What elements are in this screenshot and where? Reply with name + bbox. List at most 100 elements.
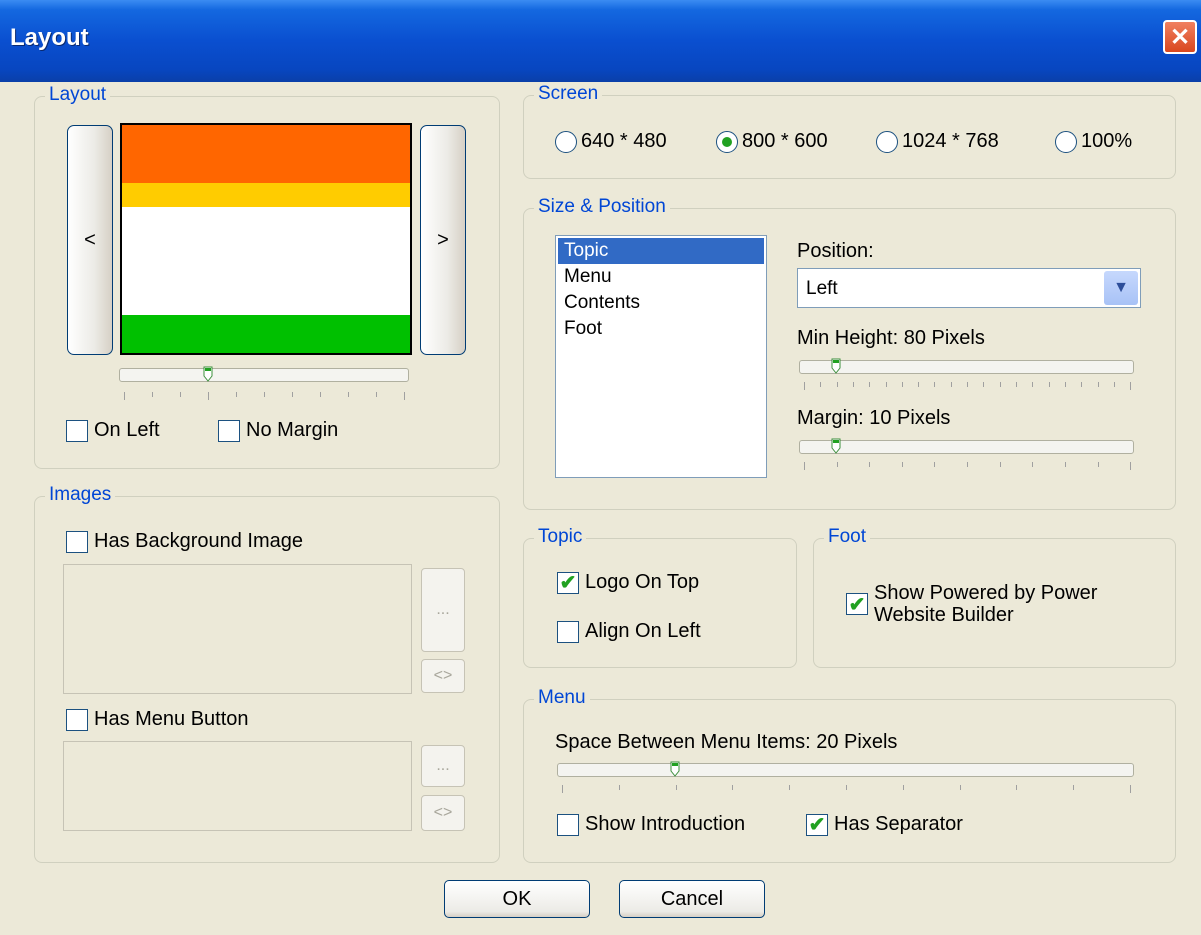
- menu-space-label: Space Between Menu Items: 20 Pixels: [555, 731, 898, 753]
- align-on-left-checkbox[interactable]: Align On Left: [557, 620, 701, 643]
- screen-800-circle[interactable]: [716, 130, 738, 153]
- preview-foot-band: [122, 315, 410, 353]
- show-introduction-checkbox[interactable]: Show Introduction: [557, 813, 745, 836]
- align-on-left-label: Align On Left: [585, 620, 701, 642]
- ellipsis-icon: ...: [436, 757, 450, 774]
- show-powered-label: Show Powered by Power Website Builder: [874, 582, 1097, 626]
- layout-slider-ticks: [124, 392, 405, 402]
- layout-slider[interactable]: [119, 368, 409, 382]
- preview-contents-band: [122, 207, 410, 315]
- has-background-label: Has Background Image: [94, 530, 304, 552]
- menu-button-image-preview: [63, 741, 412, 831]
- show-introduction-box[interactable]: [557, 813, 579, 836]
- margin-slider[interactable]: [799, 440, 1134, 454]
- clear-menu-button[interactable]: <>: [421, 795, 465, 831]
- show-powered-box[interactable]: ✔: [846, 593, 868, 616]
- no-margin-label: No Margin: [246, 419, 339, 441]
- layout-preview: [120, 123, 412, 355]
- close-button[interactable]: ✕: [1163, 20, 1197, 54]
- show-introduction-label: Show Introduction: [585, 813, 746, 835]
- no-margin-box[interactable]: [218, 419, 240, 442]
- logo-on-top-box[interactable]: ✔: [557, 571, 579, 594]
- images-legend: Images: [45, 484, 116, 506]
- screen-1024-circle[interactable]: [876, 130, 898, 153]
- screen-100-label: 100%: [1081, 130, 1133, 152]
- position-dropdown[interactable]: Left ▼: [797, 268, 1141, 308]
- min-height-slider[interactable]: [799, 360, 1134, 374]
- layout-slider-thumb[interactable]: [203, 366, 213, 382]
- list-item[interactable]: Foot: [558, 316, 764, 342]
- menu-space-slider-thumb[interactable]: [670, 761, 680, 777]
- list-item[interactable]: Menu: [558, 264, 764, 290]
- on-left-box[interactable]: [66, 419, 88, 442]
- size-position-legend: Size & Position: [534, 196, 670, 218]
- has-separator-checkbox[interactable]: ✔ Has Separator: [806, 813, 963, 836]
- on-left-label: On Left: [94, 419, 160, 441]
- cancel-label: Cancel: [660, 887, 724, 910]
- show-powered-label-line2: Website Builder: [874, 604, 1014, 626]
- screen-1024-radio[interactable]: 1024 * 768: [876, 130, 999, 153]
- margin-slider-ticks: [804, 462, 1131, 472]
- screen-640-radio[interactable]: 640 * 480: [555, 130, 667, 153]
- margin-slider-thumb[interactable]: [831, 438, 841, 454]
- logo-on-top-label: Logo On Top: [585, 571, 700, 593]
- section-listbox[interactable]: Topic Menu Contents Foot: [555, 235, 767, 478]
- chevron-down-icon[interactable]: ▼: [1104, 271, 1138, 305]
- position-value: Left: [806, 278, 838, 299]
- clear-background-button[interactable]: <>: [421, 659, 465, 693]
- ok-label: OK: [502, 887, 532, 910]
- menu-legend: Menu: [534, 687, 590, 709]
- next-layout-button[interactable]: >: [420, 125, 466, 355]
- show-powered-label-line1: Show Powered by Power: [874, 582, 1098, 604]
- browse-menu-button[interactable]: ...: [421, 745, 465, 787]
- ellipsis-icon: ...: [436, 601, 450, 618]
- code-icon: <>: [433, 804, 453, 821]
- screen-100-circle[interactable]: [1055, 130, 1077, 153]
- cancel-button[interactable]: Cancel: [619, 880, 765, 918]
- list-item[interactable]: Topic: [558, 238, 764, 264]
- layout-legend: Layout: [45, 84, 111, 106]
- min-height-slider-ticks: [804, 382, 1131, 392]
- topic-legend: Topic: [534, 526, 587, 548]
- has-separator-label: Has Separator: [834, 813, 963, 835]
- margin-label: Margin: 10 Pixels: [797, 407, 951, 429]
- no-margin-checkbox[interactable]: No Margin: [218, 419, 338, 442]
- min-height-slider-thumb[interactable]: [831, 358, 841, 374]
- topic-group: Topic: [523, 526, 797, 668]
- list-item[interactable]: Contents: [558, 290, 764, 316]
- position-label: Position:: [797, 240, 874, 262]
- min-height-label: Min Height: 80 Pixels: [797, 327, 985, 349]
- preview-topic-band: [122, 125, 410, 183]
- screen-640-label: 640 * 480: [581, 130, 667, 152]
- align-on-left-box[interactable]: [557, 620, 579, 643]
- has-menu-button-checkbox[interactable]: Has Menu Button: [66, 708, 249, 731]
- menu-space-slider-ticks: [562, 785, 1131, 795]
- close-icon: ✕: [1169, 23, 1191, 51]
- has-menu-button-label: Has Menu Button: [94, 708, 249, 730]
- foot-legend: Foot: [824, 526, 871, 548]
- preview-menu-band: [122, 183, 410, 207]
- show-powered-checkbox[interactable]: ✔ Show Powered by Power Website Builder: [846, 582, 1097, 626]
- logo-on-top-checkbox[interactable]: ✔ Logo On Top: [557, 571, 699, 594]
- code-icon: <>: [433, 667, 453, 684]
- chevron-left-icon: <: [84, 228, 96, 251]
- previous-layout-button[interactable]: <: [67, 125, 113, 355]
- screen-legend: Screen: [534, 83, 603, 105]
- has-menu-button-box[interactable]: [66, 708, 88, 731]
- screen-640-circle[interactable]: [555, 130, 577, 153]
- screen-1024-label: 1024 * 768: [902, 130, 999, 152]
- ok-button[interactable]: OK: [444, 880, 590, 918]
- menu-group: Menu: [523, 687, 1176, 863]
- on-left-checkbox[interactable]: On Left: [66, 419, 160, 442]
- title-bar[interactable]: Layout ✕: [0, 0, 1201, 82]
- screen-800-radio[interactable]: 800 * 600: [716, 130, 828, 153]
- screen-800-label: 800 * 600: [742, 130, 828, 152]
- chevron-right-icon: >: [437, 228, 449, 251]
- menu-space-slider[interactable]: [557, 763, 1134, 777]
- screen-100-radio[interactable]: 100%: [1055, 130, 1132, 153]
- has-separator-box[interactable]: ✔: [806, 813, 828, 836]
- has-background-checkbox[interactable]: Has Background Image: [66, 530, 303, 553]
- has-background-box[interactable]: [66, 530, 88, 553]
- window-title: Layout: [10, 24, 89, 51]
- browse-background-button[interactable]: ...: [421, 568, 465, 652]
